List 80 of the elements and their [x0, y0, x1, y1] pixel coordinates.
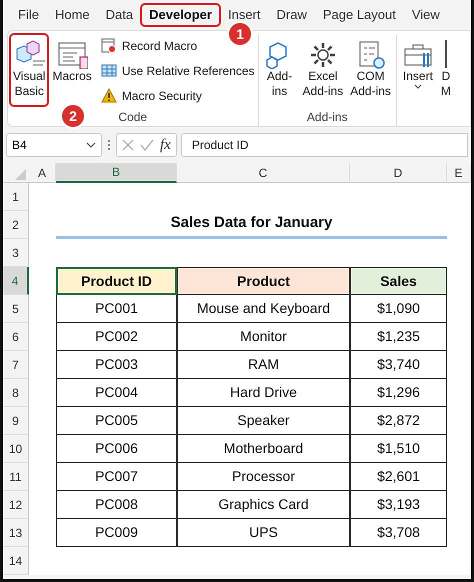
row-header[interactable]: 1	[3, 183, 29, 211]
table-cell: PC006	[56, 435, 177, 463]
row-header[interactable]: 4	[3, 267, 29, 295]
ribbon-tab[interactable]: Data	[98, 5, 140, 25]
step-badge: 1	[227, 21, 253, 47]
table-cell: PC002	[56, 323, 177, 351]
ribbon-tab[interactable]: Home	[48, 5, 97, 25]
table-header-cell: Sales	[350, 267, 447, 295]
ribbon-button[interactable]: Add- ins	[262, 35, 298, 99]
table-header-cell: Product ID	[56, 267, 177, 295]
record-icon	[100, 38, 117, 53]
sheet-title: Sales Data for January	[56, 211, 447, 239]
table-icon	[100, 63, 117, 78]
table-cell: RAM	[177, 351, 350, 379]
column-header[interactable]: E	[447, 163, 471, 183]
ribbon-tab[interactable]: File	[11, 5, 46, 25]
ribbon-button[interactable]: Excel Add-ins	[300, 35, 346, 99]
table-cell: $3,193	[350, 491, 447, 519]
ribbon-button[interactable]: Macro Security	[100, 85, 255, 106]
table-cell: PC001	[56, 295, 177, 323]
column-header[interactable]: D	[350, 163, 447, 183]
ribbon-tab[interactable]: Developer	[142, 5, 219, 25]
ribbon-button[interactable]: Insert	[400, 35, 436, 90]
ribbon-tab[interactable]: View	[404, 5, 447, 25]
select-all-icon	[15, 169, 26, 180]
row-header[interactable]: 2	[3, 211, 29, 239]
row-header[interactable]: 5	[3, 295, 29, 323]
row-header[interactable]: 13	[3, 519, 29, 547]
table-cell: PC005	[56, 407, 177, 435]
ribbon-button[interactable]: Visual Basic	[11, 35, 48, 105]
row-header[interactable]: 12	[3, 491, 29, 519]
table-cell: $1,510	[350, 435, 447, 463]
row-header[interactable]: 14	[3, 547, 29, 575]
bar-icon	[444, 40, 448, 68]
enter-icon	[140, 139, 154, 151]
table-cell: UPS	[177, 519, 350, 547]
row-header[interactable]: 11	[3, 463, 29, 491]
insert-function-button[interactable]: fx	[160, 134, 171, 156]
table-cell: PC008	[56, 491, 177, 519]
table-cell: $1,235	[350, 323, 447, 351]
column-header[interactable]: C	[177, 163, 350, 183]
row-header[interactable]: 3	[3, 239, 29, 267]
ribbon-button[interactable]: COM Add-ins	[348, 35, 393, 99]
table-cell: Mouse and Keyboard	[177, 295, 350, 323]
ribbon-button[interactable]: D M	[438, 35, 453, 99]
row-header[interactable]: 8	[3, 379, 29, 407]
row-header[interactable]: 6	[3, 323, 29, 351]
row-header[interactable]: 9	[3, 407, 29, 435]
table-cell: Monitor	[177, 323, 350, 351]
table-cell: $2,601	[350, 463, 447, 491]
table-cell: Speaker	[177, 407, 350, 435]
table-cell: $2,872	[350, 407, 447, 435]
table-cell: Graphics Card	[177, 491, 350, 519]
table-cell: $1,090	[350, 295, 447, 323]
column-header[interactable]: B	[56, 163, 177, 183]
cancel-icon	[122, 139, 134, 151]
table-cell: PC003	[56, 351, 177, 379]
name-box[interactable]: B4	[6, 133, 102, 157]
table-cell: $3,740	[350, 351, 447, 379]
ribbon-tab[interactable]: Draw	[270, 5, 314, 25]
table-cell: Processor	[177, 463, 350, 491]
table-cell: PC004	[56, 379, 177, 407]
group-label: Add-ins	[306, 109, 348, 126]
ribbon-tab[interactable]: Page Layout	[316, 5, 403, 25]
table-cell: PC007	[56, 463, 177, 491]
group-label: Code	[118, 109, 148, 126]
ribbon-button[interactable]: Macros	[50, 35, 94, 84]
more-icon	[106, 138, 112, 152]
table-cell: $3,708	[350, 519, 447, 547]
warning-icon	[100, 88, 117, 103]
table-cell: PC009	[56, 519, 177, 547]
row-header[interactable]: 7	[3, 351, 29, 379]
ribbon-button[interactable]: Use Relative References	[100, 60, 255, 81]
chevron-down-icon	[86, 142, 96, 148]
formula-field[interactable]: Product ID	[180, 133, 468, 157]
table-cell: Motherboard	[177, 435, 350, 463]
table-cell: $1,296	[350, 379, 447, 407]
table-cell: Hard Drive	[177, 379, 350, 407]
table-header-cell: Product	[177, 267, 350, 295]
row-header[interactable]: 10	[3, 435, 29, 463]
